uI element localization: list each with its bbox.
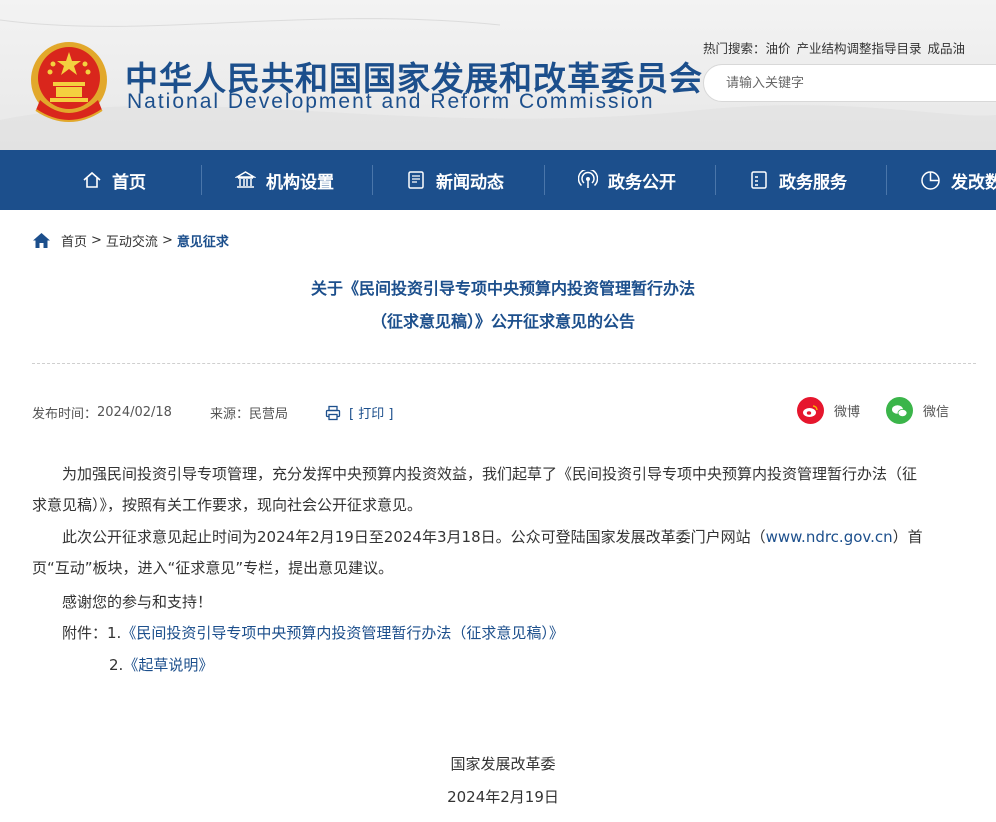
source-value: 民营局: [249, 407, 289, 422]
publish-date-value: 2024/02/18: [97, 405, 172, 420]
paragraph-text: ）首: [892, 528, 923, 546]
nav-label: 政务公开: [608, 172, 676, 193]
source-label: 来源：: [210, 407, 250, 422]
attachment-number: 2.: [109, 656, 124, 674]
share-wechat-label: 微信: [923, 405, 950, 420]
nav-item-home[interactable]: 首页: [82, 150, 146, 210]
share-weibo-button[interactable]: 微博: [797, 397, 860, 424]
hot-search-item[interactable]: 成品油: [928, 41, 966, 56]
service-icon: [751, 171, 767, 189]
nav-item-government-affairs[interactable]: 政务公开: [578, 150, 676, 210]
national-emblem-icon[interactable]: [28, 40, 110, 124]
share-weibo-label: 微博: [834, 405, 861, 420]
breadcrumb: 首页 > 互动交流 > 意见征求: [32, 231, 229, 250]
news-icon: [408, 171, 424, 189]
main-nav: 首页 机构设置 新闻动态 政务公开 政务服务 发改数: [0, 150, 996, 210]
hot-search-label: 热门搜索：: [703, 41, 766, 56]
article-paragraph: 为加强民间投资引导专项管理，充分发挥中央预算内投资效益，我们起草了《民间投资引导…: [32, 459, 976, 521]
nav-label: 首页: [112, 172, 146, 193]
ndrc-website-link[interactable]: www.ndrc.gov.cn: [766, 528, 893, 546]
share-wechat-button[interactable]: 微信: [886, 397, 949, 424]
article-paragraph: 此次公开征求意见起止时间为2024年2月19日至2024年3月18日。公众可登陆…: [32, 522, 976, 584]
breadcrumb-separator: >: [161, 233, 173, 248]
hot-search-item[interactable]: 产业结构调整指导目录: [797, 41, 922, 56]
broadcast-icon: [578, 170, 598, 188]
weibo-icon: [797, 397, 824, 424]
breadcrumb-current[interactable]: 意见征求: [177, 231, 229, 250]
publish-date-label: 发布时间：: [32, 407, 98, 422]
nav-item-data[interactable]: 发改数: [920, 150, 996, 210]
breadcrumb-separator: >: [91, 233, 102, 248]
attachment-row: 2.《起草说明》: [32, 650, 976, 681]
paragraph-text: 求意见稿）》，按照有关工作要求，现向社会公开征求意见。: [32, 496, 423, 514]
attachment-number: 1.: [107, 624, 122, 642]
nav-divider: [544, 165, 545, 195]
site-title-en[interactable]: National Development and Reform Commissi…: [127, 90, 655, 114]
nav-item-services[interactable]: 政务服务: [749, 150, 847, 210]
nav-label: 机构设置: [266, 172, 334, 193]
nav-item-news[interactable]: 新闻动态: [406, 150, 504, 210]
paragraph-text: 感谢您的参与和支持！: [62, 593, 213, 611]
paragraph-text: 此次公开征求意见起止时间为2024年2月19日至2024年3月18日。公众可登陆…: [62, 528, 766, 546]
nav-divider: [372, 165, 373, 195]
pie-chart-icon: [921, 170, 940, 190]
print-button[interactable]: [ 打印 ]: [325, 403, 393, 422]
nav-item-organization[interactable]: 机构设置: [235, 150, 334, 210]
nav-label: 发改数: [951, 172, 996, 193]
nav-label: 政务服务: [779, 172, 847, 193]
nav-label: 新闻动态: [436, 172, 504, 193]
print-label: [ 打印 ]: [349, 407, 394, 422]
nav-divider: [201, 165, 202, 195]
building-icon: [235, 171, 256, 188]
source: 来源： 民营局: [210, 403, 288, 422]
breadcrumb-home-link[interactable]: 首页: [61, 231, 87, 250]
divider: [32, 363, 976, 364]
attachment-link[interactable]: 《民间投资引导专项中央预算内投资管理暂行办法（征求意见稿）》: [121, 624, 564, 642]
hot-search-item[interactable]: 油价: [766, 41, 791, 56]
wechat-icon: [886, 397, 913, 424]
paragraph-text: 为加强民间投资引导专项管理，充分发挥中央预算内投资效益，我们起草了《民间投资引导…: [62, 465, 918, 483]
signature-date: 2024年2月19日: [447, 788, 559, 806]
attachment-link[interactable]: 《起草说明》: [123, 656, 213, 674]
attachment-row: 附件：1.《民间投资引导专项中央预算内投资管理暂行办法（征求意见稿）》: [32, 618, 976, 649]
publish-date: 发布时间： 2024/02/18: [32, 403, 172, 422]
article-title-line1: 关于《民间投资引导专项中央预算内投资管理暂行办法: [310, 279, 695, 298]
signature: 国家发展改革委: [450, 755, 556, 773]
paragraph-text: 页“互动”板块，进入“征求意见”专栏，提出意见建议。: [32, 559, 394, 577]
site-header: 中华人民共和国国家发展和改革委员会 National Development a…: [0, 0, 996, 150]
breadcrumb-interaction-link[interactable]: 互动交流: [106, 231, 158, 250]
search-input[interactable]: [724, 74, 988, 91]
article-paragraph: 感谢您的参与和支持！: [32, 587, 976, 618]
nav-divider: [715, 165, 716, 195]
home-icon[interactable]: [32, 232, 51, 249]
home-icon: [83, 171, 101, 188]
hot-search: 热门搜索：油价 产业结构调整指导目录 成品油: [703, 38, 965, 57]
article-title-line2: （征求意见稿）》公开征求意见的公告: [370, 312, 635, 331]
nav-divider: [886, 165, 887, 195]
attachment-label: 附件：: [62, 624, 108, 642]
printer-icon: [325, 405, 341, 420]
search-box: [703, 64, 996, 102]
